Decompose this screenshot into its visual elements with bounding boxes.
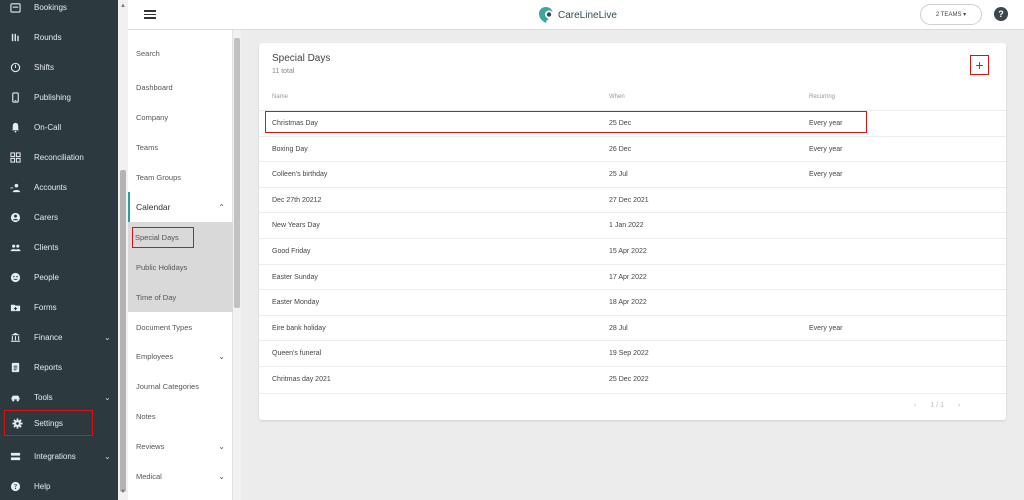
brand-name: CareLineLive — [558, 9, 617, 21]
table-row[interactable]: Queen's funeral 19 Sep 2022 — [259, 340, 1006, 366]
bell-icon — [0, 122, 30, 133]
reports-icon — [0, 362, 30, 373]
table-row[interactable]: Eire bank holiday 28 Jul Every year — [259, 314, 1006, 341]
page-title: Special Days — [272, 53, 331, 64]
command-icon — [0, 151, 30, 163]
scroll-down-arrow-icon[interactable]: ▼ — [120, 489, 126, 495]
submenu-special-days[interactable]: Special Days — [128, 222, 233, 252]
rounds-icon — [0, 32, 30, 43]
add-special-day-button[interactable]: + — [970, 55, 989, 75]
nav-item-accounts[interactable]: Accounts — [0, 172, 118, 202]
nav-item-tools[interactable]: Tools ⌄ — [0, 382, 118, 412]
next-page-button[interactable]: › — [958, 402, 960, 409]
chevron-down-icon: ⌄ — [104, 332, 111, 342]
submenu-teams[interactable]: Teams — [128, 132, 233, 162]
brand-logo[interactable]: CareLineLive — [538, 4, 617, 26]
calendar-icon — [0, 2, 30, 13]
table-row[interactable]: Easter Sunday 17 Apr 2022 — [259, 263, 1006, 290]
submenu-search[interactable]: Search — [128, 38, 233, 68]
submenu-reviews[interactable]: Reviews ⌄ — [128, 431, 233, 461]
nav-item-people[interactable]: People — [0, 262, 118, 292]
submenu-scroll-thumb[interactable] — [234, 38, 240, 308]
tools-icon — [0, 392, 30, 403]
nav-item-publishing[interactable]: Publishing — [0, 82, 118, 112]
nav-item-reports[interactable]: Reports — [0, 352, 118, 382]
column-header-recurring[interactable]: Recurring — [809, 94, 835, 100]
main-sidebar: Bookings Rounds Shifts Publishing On-Cal… — [0, 0, 118, 500]
nav-item-integrations[interactable]: Integrations ⌄ — [0, 441, 118, 471]
nav-item-help[interactable]: Help — [0, 471, 118, 500]
nav-item-forms[interactable]: Forms — [0, 292, 118, 322]
chevron-down-icon: ⌄ — [218, 441, 225, 451]
chevron-down-icon: ⌄ — [104, 392, 111, 402]
table-row[interactable]: Dec 27th 20212 27 Dec 2021 — [259, 186, 1006, 213]
page-indicator: 1 / 1 — [930, 402, 944, 409]
teams-dropdown-button[interactable]: 2 TEAMS ▾ — [920, 4, 982, 25]
gear-icon — [4, 417, 30, 429]
accounts-icon — [0, 182, 30, 193]
chevron-down-icon: ⌄ — [104, 451, 111, 461]
nav-item-carers[interactable]: Carers — [0, 202, 118, 232]
clients-icon — [0, 242, 30, 253]
divider — [259, 393, 1006, 394]
top-bar: CareLineLive 2 TEAMS ▾ ? — [128, 0, 1024, 30]
column-header-name[interactable]: Name — [272, 94, 288, 100]
submenu-calendar[interactable]: Calendar ⌃ — [128, 192, 233, 222]
submenu-journal-categories[interactable]: Journal Categories — [128, 371, 233, 401]
carer-icon — [0, 212, 30, 223]
table-row[interactable]: Easter Monday 18 Apr 2022 — [259, 289, 1006, 315]
people-icon — [0, 272, 30, 283]
table-row[interactable]: Chritmas day 2021 25 Dec 2022 — [259, 366, 1006, 392]
nav-item-rounds[interactable]: Rounds — [0, 22, 118, 52]
special-days-panel: Special Days 11 total + Name When Recurr… — [259, 43, 1006, 420]
settings-submenu: Search Dashboard Company Teams Team Grou… — [128, 30, 233, 500]
highlight-box — [265, 111, 867, 133]
pagination: ‹ 1 / 1 › — [914, 402, 960, 409]
nav-item-shifts[interactable]: Shifts — [0, 52, 118, 82]
table-row[interactable]: Good Friday 15 Apr 2022 — [259, 238, 1006, 264]
nav-item-bookings[interactable]: Bookings — [0, 0, 118, 22]
hamburger-menu-icon[interactable] — [144, 8, 156, 20]
help-circle-icon — [0, 481, 30, 492]
scroll-up-arrow-icon[interactable]: ▲ — [120, 3, 126, 9]
submenu-document-types[interactable]: Document Types — [128, 312, 233, 342]
help-icon[interactable]: ? — [994, 7, 1008, 21]
forms-icon — [0, 302, 30, 313]
submenu-notes[interactable]: Notes — [128, 401, 233, 431]
chevron-down-icon: ⌄ — [218, 351, 225, 361]
bank-icon — [0, 332, 30, 343]
nav-item-settings[interactable]: Settings — [4, 410, 93, 436]
nav-item-finance[interactable]: Finance ⌄ — [0, 322, 118, 352]
total-count: 11 total — [272, 68, 295, 75]
submenu-public-holidays[interactable]: Public Holidays — [128, 252, 233, 282]
chevron-up-icon: ⌃ — [218, 202, 225, 212]
nav-item-on-call[interactable]: On-Call — [0, 112, 118, 142]
clock-icon — [0, 62, 30, 73]
submenu-dashboard[interactable]: Dashboard — [128, 72, 233, 102]
submenu-team-groups[interactable]: Team Groups — [128, 162, 233, 192]
publish-icon — [0, 91, 30, 103]
submenu-medical[interactable]: Medical ⌄ — [128, 461, 233, 491]
table-row[interactable]: Colleen's birthday 25 Jul Every year — [259, 161, 1006, 187]
submenu-company[interactable]: Company — [128, 102, 233, 132]
chevron-down-icon: ⌄ — [218, 471, 225, 481]
submenu-employees[interactable]: Employees ⌄ — [128, 341, 233, 371]
nav-item-reconciliation[interactable]: Reconciliation — [0, 142, 118, 172]
carelinelive-logo-icon — [539, 7, 553, 23]
prev-page-button[interactable]: ‹ — [914, 402, 916, 409]
column-header-when[interactable]: When — [609, 94, 625, 100]
nav-item-clients[interactable]: Clients — [0, 232, 118, 262]
table-row[interactable]: New Years Day 1 Jan 2022 — [259, 212, 1006, 238]
submenu-time-of-day[interactable]: Time of Day — [128, 282, 233, 312]
integrations-icon — [0, 451, 30, 462]
sidebar-scroll-thumb[interactable] — [120, 170, 126, 492]
table-row[interactable]: Boxing Day 26 Dec Every year — [259, 135, 1006, 162]
